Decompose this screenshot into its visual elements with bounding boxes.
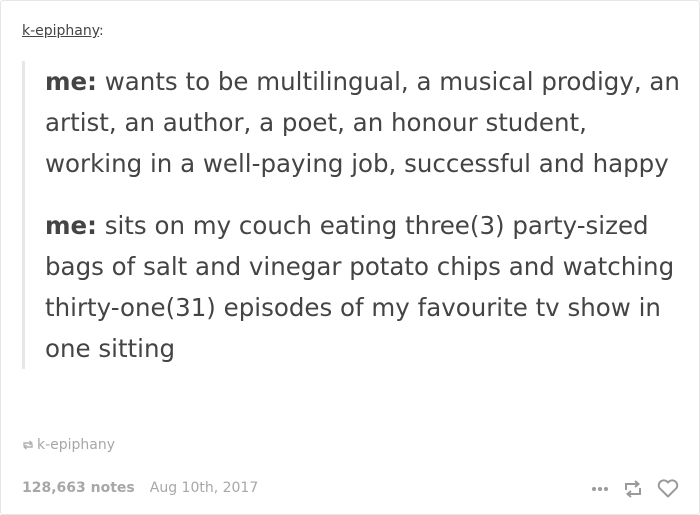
reblog-icon xyxy=(625,479,641,498)
quote-line: me: wants to be multilingual, a musical … xyxy=(45,61,685,184)
post-source[interactable]: k-epiphany xyxy=(22,437,115,453)
more-icon xyxy=(592,486,608,491)
quoted-text: me: wants to be multilingual, a musical … xyxy=(22,61,685,369)
quote-text: wants to be multilingual, a musical prod… xyxy=(45,67,680,178)
post-card: k-epiphany: me: wants to be multilingual… xyxy=(0,0,700,515)
author-link[interactable]: k-epiphany xyxy=(22,23,99,39)
speaker-label: me: xyxy=(45,67,97,96)
speaker-label: me: xyxy=(45,211,97,240)
author-suffix: : xyxy=(99,23,104,39)
more-button[interactable] xyxy=(591,486,609,492)
post-actions xyxy=(577,479,679,498)
heart-icon xyxy=(657,479,679,498)
post-footer: 128,663 notes Aug 10th, 2017 xyxy=(22,480,258,496)
source-label: k-epiphany xyxy=(37,437,116,453)
quote-text: sits on my couch eating three(3) party-s… xyxy=(45,211,675,363)
post-header: k-epiphany: xyxy=(22,23,104,39)
reblog-button[interactable] xyxy=(623,479,643,498)
notes-count[interactable]: 128,663 notes xyxy=(22,480,135,496)
quote-line: me: sits on my couch eating three(3) par… xyxy=(45,205,685,369)
post-date[interactable]: Aug 10th, 2017 xyxy=(150,480,259,496)
like-button[interactable] xyxy=(657,479,679,498)
reblog-icon xyxy=(23,440,33,450)
